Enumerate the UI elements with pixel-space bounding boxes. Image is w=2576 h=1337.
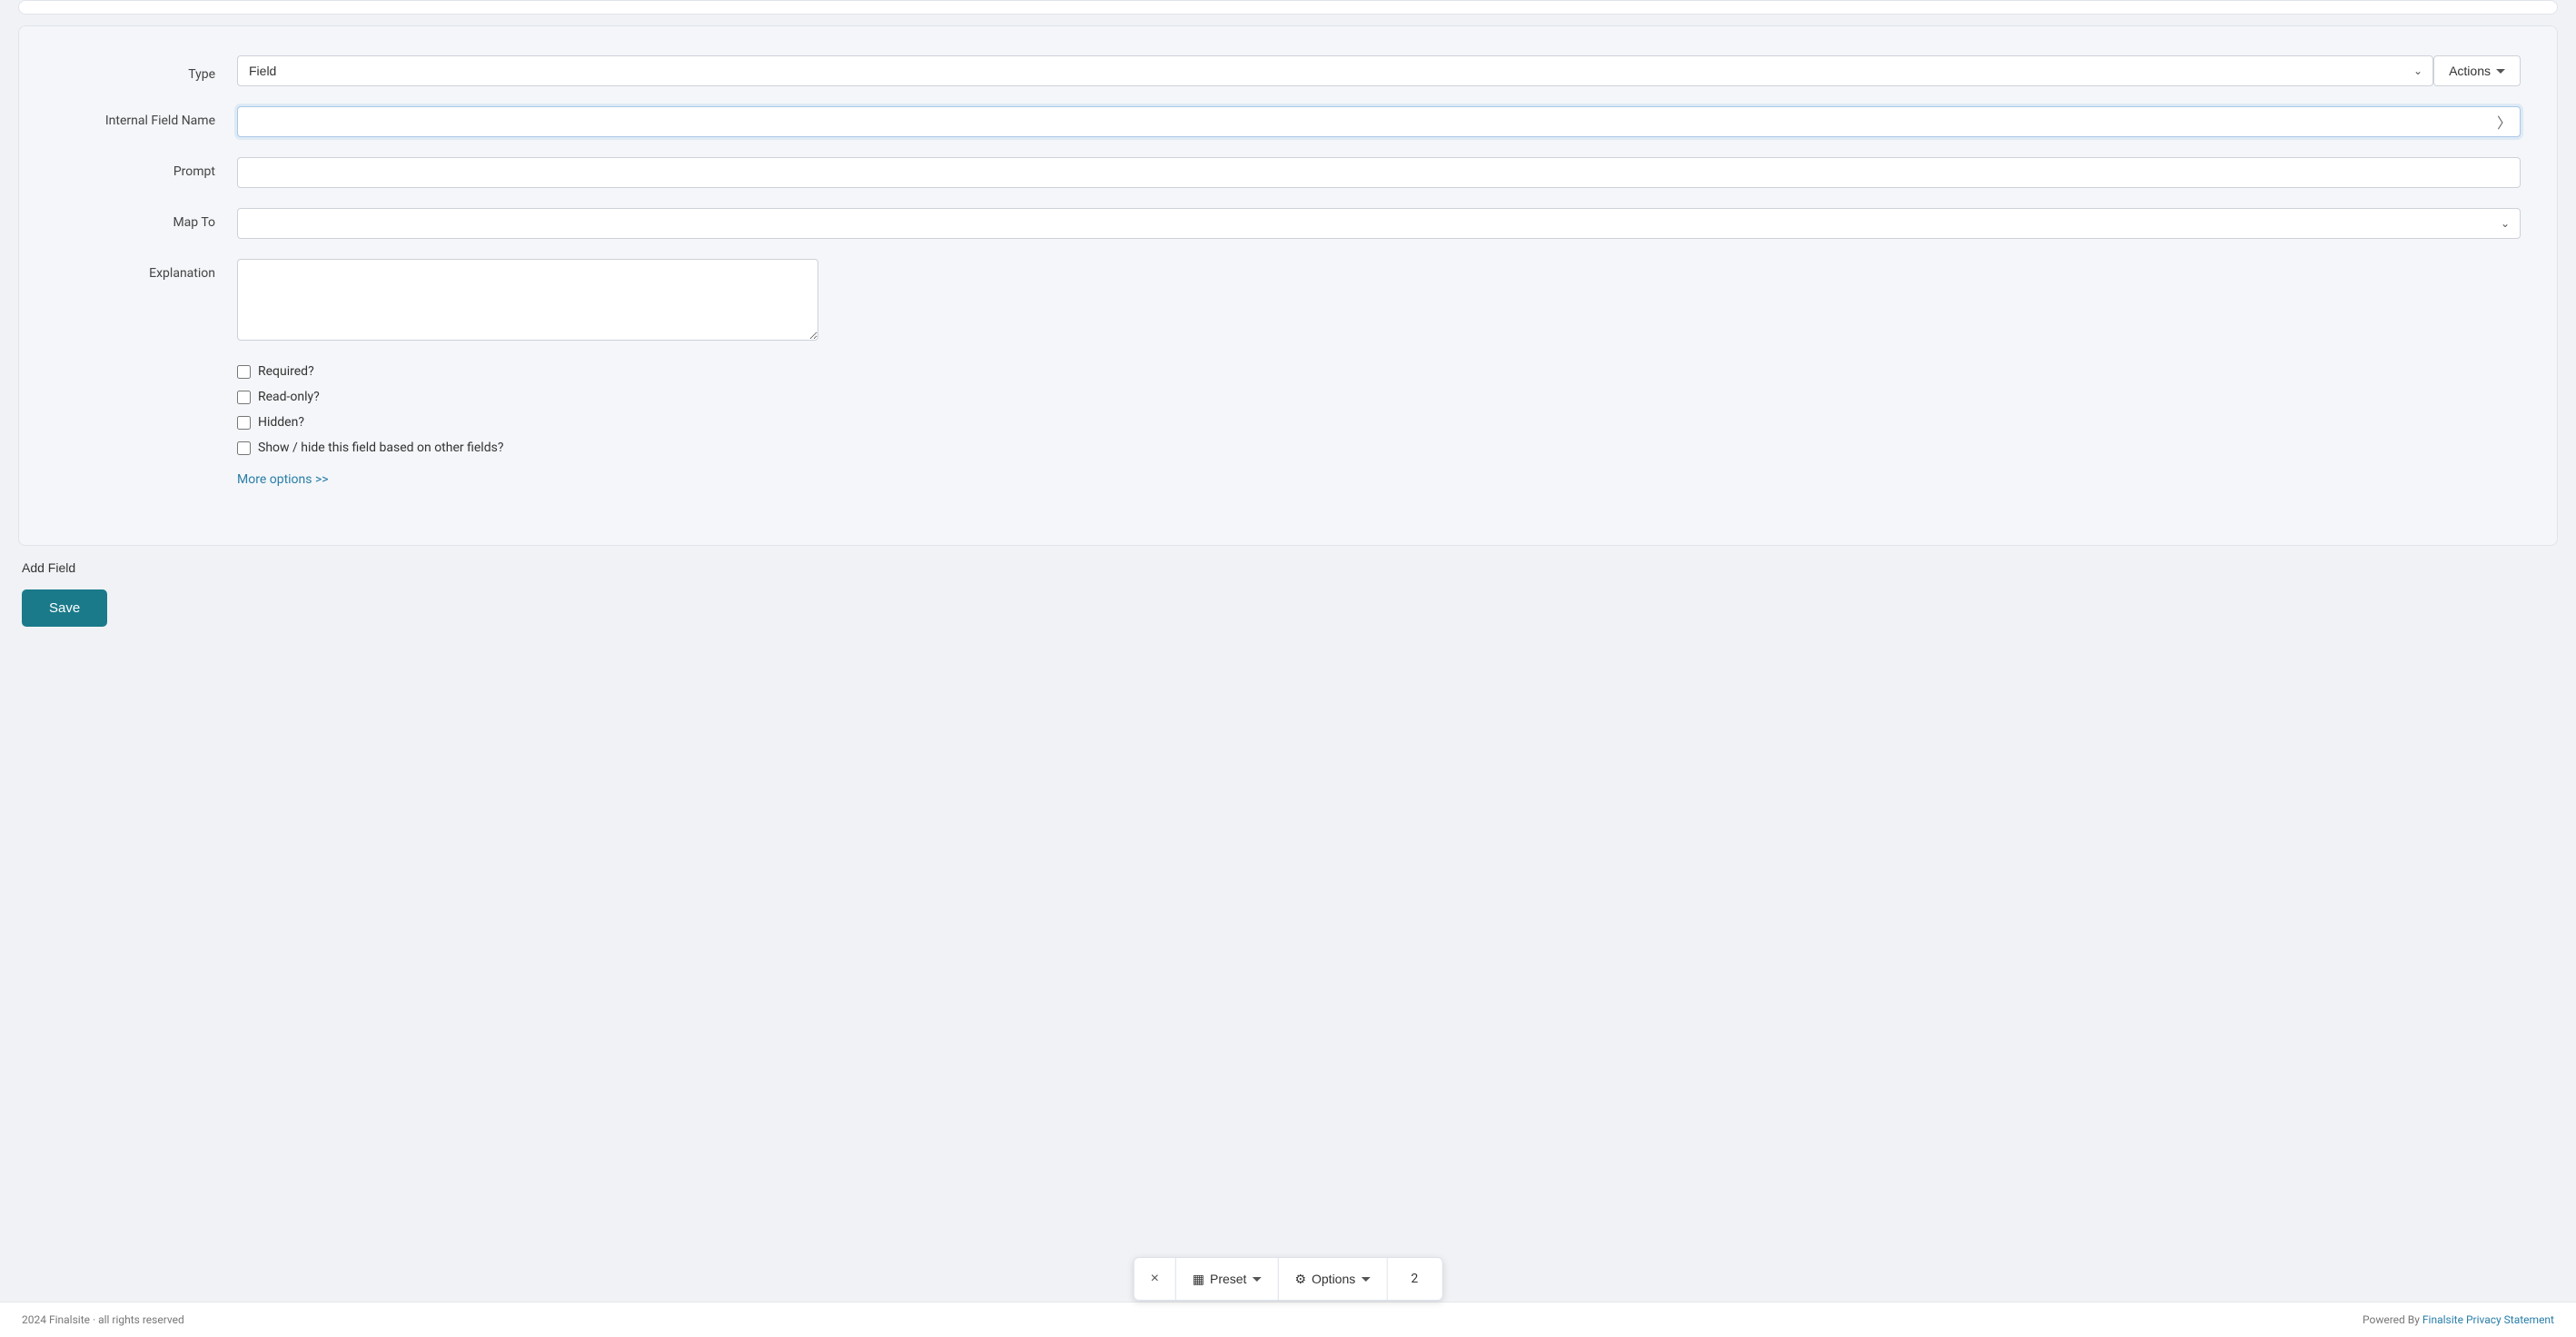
add-field-label: Add Field: [22, 560, 75, 575]
explanation-wrapper: [237, 259, 2521, 344]
more-options-link[interactable]: More options >>: [237, 472, 329, 487]
powered-by-container: Powered By Finalsite Privacy Statement: [2363, 1313, 2554, 1326]
toolbar-preset-button[interactable]: ▦ Preset: [1176, 1258, 1279, 1300]
toolbar-page-number: 2: [1387, 1258, 1442, 1300]
form-card: Type Field Text Number Date Dropdown ⌄ A…: [18, 25, 2558, 546]
readonly-checkbox-label[interactable]: Read-only?: [237, 390, 2521, 404]
show-hide-label-text: Show / hide this field based on other fi…: [258, 441, 503, 455]
map-to-wrapper: ⌄: [237, 208, 2521, 239]
toolbar-close-button[interactable]: ×: [1134, 1258, 1176, 1300]
internal-field-name-input[interactable]: [237, 106, 2521, 137]
type-select[interactable]: Field Text Number Date Dropdown: [237, 55, 2433, 86]
explanation-label: Explanation: [55, 259, 237, 281]
map-to-select[interactable]: [237, 208, 2521, 239]
powered-by-text: Powered By: [2363, 1313, 2422, 1326]
map-to-label: Map To: [55, 208, 237, 230]
top-card-partial: [18, 0, 2558, 15]
actions-area: Actions: [2433, 55, 2521, 86]
hidden-checkbox[interactable]: [237, 416, 251, 430]
show-hide-checkbox-label[interactable]: Show / hide this field based on other fi…: [237, 441, 2521, 455]
readonly-checkbox[interactable]: [237, 391, 251, 404]
save-container: Save: [18, 589, 2558, 627]
privacy-statement-link[interactable]: Privacy Statement: [2466, 1313, 2554, 1326]
map-to-row: Map To ⌄: [55, 208, 2521, 239]
close-icon: ×: [1151, 1271, 1159, 1287]
gear-icon: ⚙: [1294, 1272, 1306, 1287]
prompt-wrapper: [237, 157, 2521, 188]
prompt-label: Prompt: [55, 157, 237, 179]
preset-label: Preset: [1210, 1272, 1246, 1286]
explanation-textarea[interactable]: [237, 259, 818, 341]
more-options-container: More options >>: [55, 470, 2521, 487]
internal-field-name-label: Internal Field Name: [55, 106, 237, 128]
readonly-label-text: Read-only?: [258, 390, 320, 404]
prompt-input[interactable]: [237, 157, 2521, 188]
toolbar-options-button[interactable]: ⚙ Options: [1278, 1258, 1387, 1300]
prompt-row: Prompt: [55, 157, 2521, 188]
add-field-button[interactable]: Add Field: [22, 557, 75, 579]
add-field-container: Add Field: [18, 557, 2558, 579]
internal-field-name-wrapper: 〉: [237, 106, 2521, 137]
required-checkbox[interactable]: [237, 365, 251, 379]
preset-chevron-icon: [1252, 1277, 1261, 1282]
type-select-wrapper: Field Text Number Date Dropdown ⌄: [237, 55, 2433, 86]
type-row: Type Field Text Number Date Dropdown ⌄ A…: [55, 55, 2521, 86]
preset-page-icon: ▦: [1193, 1272, 1204, 1287]
bottom-toolbar: × ▦ Preset ⚙ Options 2: [1134, 1257, 1443, 1301]
actions-label: Actions: [2449, 64, 2491, 78]
required-label-text: Required?: [258, 364, 314, 379]
hidden-checkbox-label[interactable]: Hidden?: [237, 415, 2521, 430]
options-chevron-icon: [1361, 1277, 1370, 1282]
actions-button[interactable]: Actions: [2433, 55, 2521, 86]
show-hide-checkbox[interactable]: [237, 441, 251, 455]
internal-field-name-input-wrapper: 〉: [237, 106, 2521, 137]
checkbox-group: Required? Read-only? Hidden? Show / hide…: [237, 364, 2521, 455]
required-checkbox-label[interactable]: Required?: [237, 364, 2521, 379]
copyright-text: 2024 Finalsite · all rights reserved: [22, 1313, 184, 1326]
type-label: Type: [55, 60, 237, 82]
explanation-row: Explanation: [55, 259, 2521, 344]
finalsite-link[interactable]: Finalsite: [2422, 1313, 2463, 1326]
actions-chevron-icon: [2496, 69, 2505, 74]
map-to-select-wrapper: ⌄: [237, 208, 2521, 239]
hidden-label-text: Hidden?: [258, 415, 304, 430]
options-label: Options: [1312, 1272, 1355, 1286]
save-button[interactable]: Save: [22, 589, 107, 627]
footer: 2024 Finalsite · all rights reserved Pow…: [0, 1302, 2576, 1337]
internal-field-name-row: Internal Field Name 〉: [55, 106, 2521, 137]
